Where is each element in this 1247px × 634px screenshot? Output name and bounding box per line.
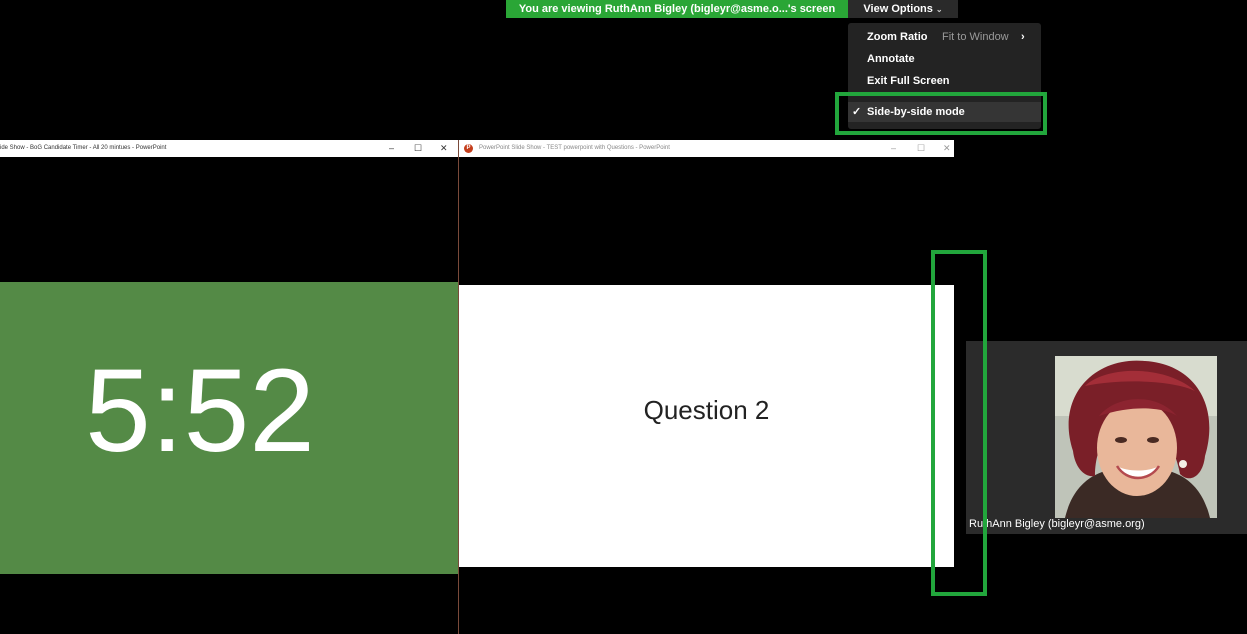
share-status-banner: You are viewing RuthAnn Bigley (bigleyr@… [506, 0, 848, 18]
right-window-titlebar: P PowerPoint Slide Show - TEST powerpoin… [459, 140, 954, 157]
minimize-icon[interactable]: – [389, 140, 394, 157]
maximize-icon[interactable]: ☐ [917, 140, 925, 157]
menu-item-side-by-side[interactable]: ✓ Side-by-side mode [848, 102, 1041, 122]
minimize-icon[interactable]: – [891, 140, 896, 157]
view-options-label: View Options [863, 3, 933, 15]
powerpoint-logo-icon: P [464, 144, 473, 153]
menu-item-exit-full-screen[interactable]: Exit Full Screen [848, 71, 1041, 91]
close-icon[interactable]: ✕ [943, 140, 951, 157]
close-icon[interactable]: ✕ [440, 140, 448, 157]
left-window-title: ide Show - BoG Candidate Timer - All 20 … [0, 145, 167, 151]
timer-slide: 5:52 [0, 282, 458, 574]
chevron-down-icon: ⌄ [935, 5, 943, 14]
check-icon: ✓ [852, 106, 862, 118]
question-slide: Question 2 [459, 285, 954, 567]
participant-avatar [1055, 356, 1217, 518]
maximize-icon[interactable]: ☐ [414, 140, 422, 157]
question-text: Question 2 [643, 395, 770, 425]
participant-name: RuthAnn Bigley (bigleyr@asme.org) [969, 518, 1145, 530]
zoom-viewer: You are viewing RuthAnn Bigley (bigleyr@… [0, 0, 1247, 634]
chevron-right-icon: › [1021, 31, 1025, 43]
zoom-ratio-label: Zoom Ratio [867, 31, 928, 43]
annotate-label: Annotate [867, 53, 915, 65]
menu-item-annotate[interactable]: Annotate [848, 49, 1041, 69]
exit-full-screen-label: Exit Full Screen [867, 75, 950, 87]
menu-item-zoom-ratio[interactable]: Zoom Ratio Fit to Window › [848, 27, 1041, 47]
zoom-ratio-value: Fit to Window [942, 31, 1009, 43]
menu-divider [848, 93, 1041, 94]
participant-video-tile[interactable]: RuthAnn Bigley (bigleyr@asme.org) [966, 341, 1247, 534]
left-window-titlebar: ide Show - BoG Candidate Timer - All 20 … [0, 140, 458, 157]
side-by-side-label: Side-by-side mode [867, 106, 965, 118]
right-window-title: PowerPoint Slide Show - TEST powerpoint … [479, 145, 670, 151]
view-options-menu: Zoom Ratio Fit to Window › Annotate Exit… [848, 23, 1041, 129]
timer-value: 5:52 [85, 345, 315, 477]
view-options-button[interactable]: View Options ⌄ [848, 0, 958, 18]
